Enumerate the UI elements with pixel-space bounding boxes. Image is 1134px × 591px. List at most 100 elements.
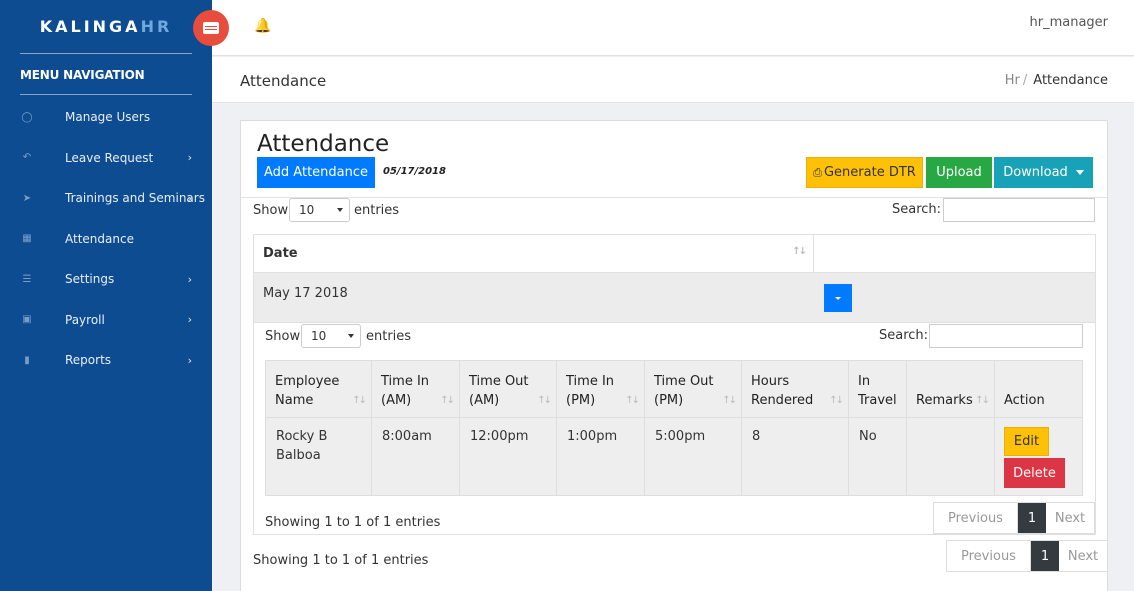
next-page-button[interactable]: Next <box>1046 503 1094 533</box>
sidebar-item-trainings[interactable]: ➤ Trainings and Seminars › <box>0 178 212 219</box>
column-header-label: Rendered <box>751 393 814 408</box>
breadcrumb-separator: / <box>1022 73 1028 88</box>
breadcrumb: Hr / Attendance <box>1005 73 1108 88</box>
sidebar-item-settings[interactable]: ☰ Settings › <box>0 259 212 300</box>
show-label: Show <box>253 203 289 218</box>
expand-row-button[interactable] <box>824 284 852 312</box>
previous-page-button[interactable]: Previous <box>934 503 1018 533</box>
card-title: Attendance <box>257 131 390 157</box>
breadcrumb-current: Attendance <box>1033 73 1108 88</box>
column-header-label: Remarks <box>916 393 973 408</box>
reply-icon: ↶ <box>22 152 32 164</box>
money-icon: ▣ <box>22 314 32 326</box>
sidebar-item-payroll[interactable]: ▣ Payroll › <box>0 300 212 341</box>
chevron-right-icon: › <box>187 272 192 286</box>
column-header-label: Name <box>275 393 314 408</box>
brand-logo[interactable]: KALINGA HR <box>20 0 192 54</box>
column-header-label: Time Out <box>654 374 714 389</box>
generate-dtr-button[interactable]: ⎙ Generate DTR <box>806 157 923 188</box>
sidebar-item-leave-request[interactable]: ↶ Leave Request › <box>0 138 212 179</box>
delete-button[interactable]: Delete <box>1004 458 1065 488</box>
column-header-label: In <box>858 374 871 389</box>
sort-icon: ↑↓ <box>625 395 640 406</box>
table-row: Rocky B Balboa 8:00am 12:00pm 1:00pm 5:00… <box>266 418 1082 495</box>
column-header-label: Time Out <box>469 374 529 389</box>
file-icon: ▮ <box>24 354 30 366</box>
column-header-label: Date <box>263 246 298 261</box>
edit-button[interactable]: Edit <box>1004 427 1049 456</box>
brand-name-a: KALINGA <box>39 17 141 36</box>
sidebar-item-reports[interactable]: ▮ Reports › <box>0 340 212 381</box>
page-length-value: 10 <box>299 203 315 217</box>
inner-table-info: Showing 1 to 1 of 1 entries <box>265 515 441 530</box>
attendance-detail-table: Employee Name ↑↓ Time In (AM) ↑↓ Time Out (AM… <box>265 360 1083 496</box>
sidebar-item-label: Leave Request <box>65 150 154 165</box>
page-title: Attendance <box>240 72 327 90</box>
remarks-cell <box>907 418 995 495</box>
employee-name: Balboa <box>276 448 321 463</box>
row-detail: Show 10 entries Search: Employee Name ↑↓ T… <box>254 323 1095 534</box>
previous-page-button[interactable]: Previous <box>947 541 1031 571</box>
entries-label: entries <box>366 329 412 344</box>
page-1-button[interactable]: 1 <box>1018 503 1046 533</box>
breadcrumb-parent[interactable]: Hr <box>1005 73 1020 88</box>
outer-table-header: Date ↑↓ <box>254 235 1095 273</box>
column-header-label: (AM) <box>469 393 500 408</box>
current-date-label: 05/17/2018 <box>383 166 446 177</box>
column-header-time-in-am[interactable]: Time In (AM) ↑↓ <box>372 361 460 417</box>
in-travel-cell: No <box>849 418 907 495</box>
sort-icon: ↑↓ <box>440 395 455 406</box>
chevron-right-icon: › <box>187 191 192 205</box>
caret-down-icon <box>348 334 354 338</box>
column-header-in-travel[interactable]: In Travel <box>849 361 907 417</box>
sort-icon: ↑↓ <box>352 395 367 406</box>
entries-label: entries <box>354 203 400 218</box>
chevron-right-icon: › <box>187 313 192 327</box>
column-header-label: Travel <box>858 393 897 408</box>
top-bar: 🔔 hr_manager <box>193 0 1134 56</box>
column-header-remarks[interactable]: Remarks ↑↓ <box>907 361 995 417</box>
column-header-time-out-pm[interactable]: Time Out (PM) ↑↓ <box>645 361 742 417</box>
megaphone-icon: ➤ <box>22 192 32 204</box>
column-header-employee-name[interactable]: Employee Name ↑↓ <box>266 361 372 417</box>
page-1-button[interactable]: 1 <box>1031 541 1059 571</box>
column-header-time-out-am[interactable]: Time Out (AM) ↑↓ <box>460 361 557 417</box>
sort-icon: ↑↓ <box>829 395 844 406</box>
page-length-value: 10 <box>311 329 327 343</box>
outer-table-info: Showing 1 to 1 of 1 entries <box>253 553 429 568</box>
upload-button[interactable]: Upload <box>926 157 992 188</box>
user-menu[interactable]: hr_manager <box>1029 15 1108 30</box>
column-header-label: Hours <box>751 374 790 389</box>
page-header: Attendance Hr / Attendance <box>212 57 1134 103</box>
column-header-date[interactable]: Date ↑↓ <box>254 235 814 272</box>
caret-down-icon <box>337 208 343 212</box>
user-icon: ◯ <box>21 111 33 123</box>
sidebar-item-label: Settings <box>65 272 115 287</box>
sidebar-toggle-button[interactable] <box>193 10 229 46</box>
detail-table-header: Employee Name ↑↓ Time In (AM) ↑↓ Time Out (AM… <box>266 361 1082 418</box>
caret-down-icon <box>1075 170 1084 175</box>
column-header-time-in-pm[interactable]: Time In (PM) ↑↓ <box>557 361 645 417</box>
add-attendance-button[interactable]: Add Attendance <box>257 157 375 188</box>
sidebar: KALINGA HR MENU NAVIGATION ◯ Manage Users … <box>0 0 212 591</box>
date-cell: May 17 2018 <box>263 286 348 301</box>
next-page-button[interactable]: Next <box>1059 541 1107 571</box>
hours-rendered-cell: 8 <box>742 418 849 495</box>
caret-down-icon <box>835 296 841 300</box>
column-header-hours-rendered[interactable]: Hours Rendered ↑↓ <box>742 361 849 417</box>
sidebar-item-label: Payroll <box>65 312 105 327</box>
time-out-am-cell: 12:00pm <box>460 418 557 495</box>
sidebar-item-manage-users[interactable]: ◯ Manage Users <box>0 97 212 138</box>
page-length-select[interactable]: 10 <box>289 198 350 222</box>
download-dropdown-button[interactable]: Download <box>994 157 1093 188</box>
inner-search-input[interactable] <box>929 324 1083 348</box>
sidebar-item-attendance[interactable]: ▦ Attendance <box>0 219 212 260</box>
search-input[interactable] <box>943 198 1095 222</box>
column-header-label: (AM) <box>381 393 412 408</box>
inner-page-length-select[interactable]: 10 <box>301 324 361 348</box>
employee-name: Rocky B <box>276 429 328 444</box>
sidebar-item-label: Reports <box>65 353 112 368</box>
column-header-label: Time In <box>381 374 430 389</box>
bell-icon[interactable]: 🔔 <box>254 18 271 34</box>
column-header-label: (PM) <box>566 393 596 408</box>
